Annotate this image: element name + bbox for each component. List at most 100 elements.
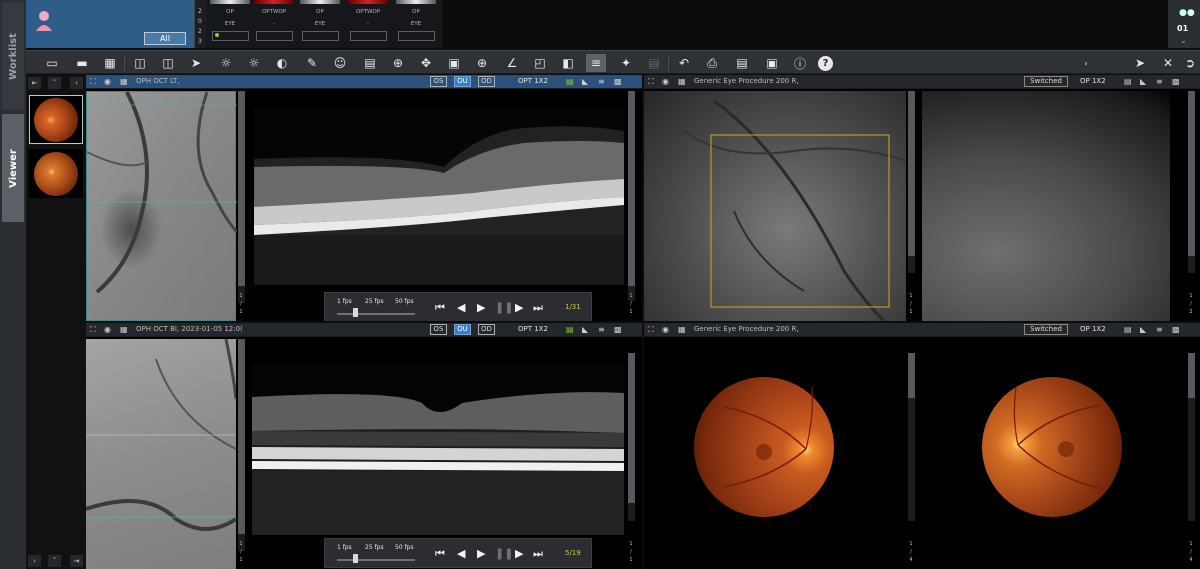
maximize-icon[interactable]: ⛶: [648, 77, 654, 87]
viewport-oct-top[interactable]: ⛶ ◉ ▦ OPH OCT LT, OS OU OD OPT 1X2 ▤ ◣ ≡…: [86, 75, 642, 321]
fps-1-option[interactable]: 1 fps: [337, 298, 352, 305]
up-icon[interactable]: ˄: [48, 77, 61, 89]
scrollbar[interactable]: [628, 91, 635, 301]
viewport-fundus-bottom[interactable]: ⛶ ◉ ▦ Generic Eye Procedure 200 R, Switc…: [644, 323, 1200, 569]
eye-ou-button[interactable]: OU: [454, 324, 471, 335]
next-icon[interactable]: ›: [28, 555, 41, 567]
scrollbar[interactable]: [238, 339, 245, 551]
crosshair-icon[interactable]: ⊕: [388, 54, 408, 72]
scrollbar[interactable]: [1188, 353, 1195, 521]
dicom-info-icon[interactable]: ⓘ: [790, 54, 810, 72]
switched-button[interactable]: Switched: [1024, 76, 1068, 87]
export-icon[interactable]: ▤: [732, 54, 752, 72]
color-fundus-image-os[interactable]: [982, 377, 1122, 517]
eye-od-button[interactable]: OD: [478, 324, 495, 335]
stack-icon[interactable]: ▩: [614, 325, 622, 334]
fundus-thumbnail[interactable]: [29, 149, 83, 198]
print-icon[interactable]: ⎙: [702, 54, 722, 72]
ir-fundus-image[interactable]: [86, 91, 237, 321]
stack-icon[interactable]: ▩: [614, 77, 622, 86]
signal-icon[interactable]: ◣: [1140, 325, 1146, 334]
down-icon[interactable]: ˅: [48, 555, 61, 567]
oct-bscan-image[interactable]: [252, 363, 624, 535]
next-frame-icon[interactable]: ▶: [515, 301, 523, 314]
signal-icon[interactable]: ◣: [582, 77, 588, 86]
scrollbar[interactable]: [1188, 91, 1195, 273]
viewport-fundus-top[interactable]: ⛶ ◉ ▦ Generic Eye Procedure 200 R, Switc…: [644, 75, 1200, 321]
head-icon[interactable]: ☺: [330, 54, 350, 72]
play-icon[interactable]: ▶: [477, 547, 485, 560]
invert-icon[interactable]: ◐: [272, 54, 292, 72]
fundus-thumbnail[interactable]: [29, 95, 83, 144]
signal-icon[interactable]: ◣: [582, 325, 588, 334]
eye-os-button[interactable]: OS: [430, 76, 447, 87]
tab-worklist[interactable]: Worklist: [2, 2, 24, 110]
measure-angle-icon[interactable]: ∠: [502, 54, 522, 72]
scrollbar[interactable]: [908, 91, 915, 273]
first-frame-icon[interactable]: ⏮: [435, 301, 445, 315]
pen-icon[interactable]: ✎: [302, 54, 322, 72]
layout-label[interactable]: OP 1X2: [1080, 325, 1106, 333]
sync-icon[interactable]: ◫: [130, 54, 150, 72]
film-icon[interactable]: ▤: [644, 54, 664, 72]
report-icon[interactable]: ▤: [1124, 325, 1132, 334]
report-icon[interactable]: ▤: [566, 325, 574, 334]
list-icon[interactable]: ≡: [598, 325, 605, 334]
flip-icon[interactable]: ◰: [530, 54, 550, 72]
oct-bscan-image[interactable]: [254, 107, 624, 285]
exit-icon[interactable]: ➲: [1180, 54, 1200, 72]
zoom-box-icon[interactable]: ▣: [444, 54, 464, 72]
report-icon[interactable]: ▤: [1124, 77, 1132, 86]
first-icon[interactable]: ⇤: [28, 77, 41, 89]
split-view-icon[interactable]: ◫: [158, 54, 178, 72]
eye-icon[interactable]: ◉: [104, 325, 111, 334]
brightness-icon[interactable]: ☼: [216, 54, 236, 72]
series-thumb[interactable]: OPTWOP -: [348, 0, 388, 46]
chevron-right-icon[interactable]: ›: [1076, 54, 1096, 72]
annotate-icon[interactable]: ▤: [360, 54, 380, 72]
save-icon[interactable]: ▣: [762, 54, 782, 72]
stack-icon[interactable]: ▩: [1172, 325, 1180, 334]
list-icon[interactable]: ≡: [598, 77, 605, 86]
maximize-icon[interactable]: ⛶: [648, 325, 654, 335]
grid-icon[interactable]: ▦: [678, 77, 686, 86]
right-tray[interactable]: ●● 01 ⌄: [1168, 0, 1200, 48]
pause-icon[interactable]: ❚❚: [495, 301, 513, 314]
scrollbar[interactable]: [238, 91, 245, 303]
fps-slider-track[interactable]: [337, 559, 415, 561]
layout-single-icon[interactable]: ▭: [42, 54, 62, 72]
fps-slider-handle[interactable]: [353, 554, 358, 563]
list-icon[interactable]: ≡: [1156, 325, 1163, 334]
series-thumb[interactable]: OP EYE: [300, 0, 340, 46]
grid-icon[interactable]: ▦: [678, 325, 686, 334]
series-thumb[interactable]: OPTWOP -: [254, 0, 294, 46]
widefield-image[interactable]: [922, 91, 1170, 321]
pause-icon[interactable]: ❚❚: [495, 547, 513, 560]
series-thumb[interactable]: OP EYE: [396, 0, 436, 46]
scrollbar[interactable]: [908, 353, 915, 521]
first-frame-icon[interactable]: ⏮: [435, 547, 445, 561]
reset-view-icon[interactable]: ✦: [616, 54, 636, 72]
help-icon[interactable]: ?: [818, 56, 833, 71]
undo-icon[interactable]: ↶: [674, 54, 694, 72]
series-thumb[interactable]: OP EYE: [210, 0, 250, 46]
fps-1-option[interactable]: 1 fps: [337, 544, 352, 551]
layout-wide-icon[interactable]: ▬: [72, 54, 92, 72]
layout-label[interactable]: OPT 1X2: [518, 77, 548, 85]
zoom-in-icon[interactable]: ⊕: [472, 54, 492, 72]
last-frame-icon[interactable]: ⏭: [533, 301, 543, 315]
fps-25-option[interactable]: 25 fps: [365, 544, 384, 551]
list-icon[interactable]: ≡: [1156, 77, 1163, 86]
red-free-image[interactable]: [644, 91, 906, 321]
eye-icon[interactable]: ◉: [104, 77, 111, 86]
close-icon[interactable]: ✕: [1158, 54, 1178, 72]
viewport-oct-bottom[interactable]: ⛶ ◉ ▦ OPH OCT BI, 2023-01-05 12:0( OS OU…: [86, 323, 642, 569]
maximize-icon[interactable]: ⛶: [90, 325, 96, 335]
pointer-icon[interactable]: ➤: [186, 54, 206, 72]
scrollbar[interactable]: [628, 353, 635, 521]
maximize-icon[interactable]: ⛶: [90, 77, 96, 87]
tab-viewer[interactable]: Viewer: [2, 114, 24, 222]
patient-card[interactable]: All: [26, 0, 194, 48]
report-icon[interactable]: ▤: [566, 77, 574, 86]
pan-icon[interactable]: ✥: [416, 54, 436, 72]
